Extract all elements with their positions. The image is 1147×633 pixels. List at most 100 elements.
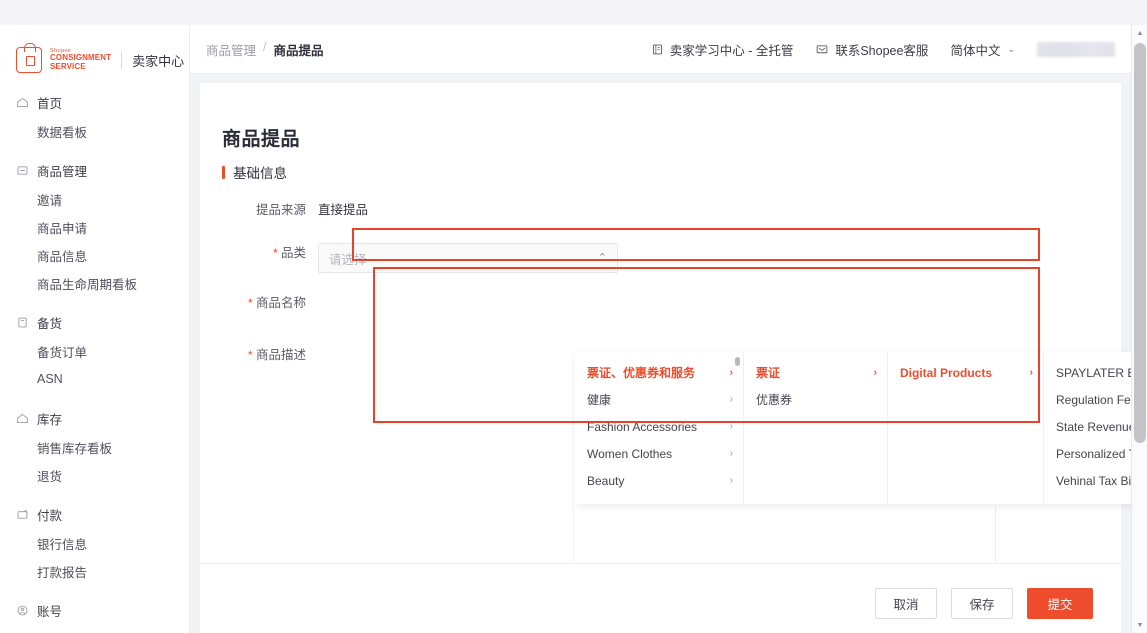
cascader-option-label: 健康 — [587, 393, 612, 407]
sidebar-item-label: 商品管理 — [37, 164, 88, 179]
cascader-option[interactable]: Vehinal Tax Bill (E-SAMSAT) — [1044, 467, 1131, 494]
language-selector[interactable]: 简体中文 ⌄ — [950, 40, 1015, 59]
cascader-option-label: Personalized Telco Data Plan Bill — [1056, 446, 1131, 461]
sidebar-item-product-lifecycle[interactable]: 商品生命周期看板 — [0, 269, 189, 297]
section-title: 基础信息 — [233, 166, 287, 181]
sidebar-item-payment[interactable]: 付款 — [0, 499, 189, 529]
cascader-scrollbar-thumb[interactable] — [735, 357, 740, 366]
payment-icon — [16, 508, 29, 521]
shopee-bag-icon — [16, 43, 42, 73]
cascader-option-label: Fashion Accessories — [587, 419, 698, 434]
category-cascader-dropdown[interactable]: 票证、优惠券和服务 › 健康 › Fashion Accessories › W… — [575, 352, 1131, 504]
cascader-option[interactable]: Digital Products › — [888, 359, 1043, 386]
page-scrollbar[interactable]: ▲ ▼ — [1131, 25, 1147, 633]
contact-support-label: 联系Shopee客服 — [835, 43, 929, 58]
cascader-option[interactable]: 健康 › — [575, 386, 743, 413]
sidebar-item-product-management[interactable]: 商品管理 — [0, 155, 189, 185]
sidebar-item-sales-inventory-board[interactable]: 销售库存看板 — [0, 433, 189, 461]
cascader-option[interactable]: 优惠券 — [744, 386, 887, 413]
app-root: Shopee CONSIGNMENT SERVICE 卖家中心 首页 数据看板 — [0, 0, 1147, 633]
sidebar-item-label: 备货 — [37, 316, 63, 331]
chevron-up-icon: ⌃ — [597, 251, 607, 264]
cascader-option[interactable]: Beauty › — [575, 467, 743, 494]
cascader-option[interactable]: SPAYLATER Bill — [1044, 359, 1131, 386]
sidebar-item-product-info[interactable]: 商品信息 — [0, 241, 189, 269]
sidebar-item-label: 首页 — [37, 96, 63, 111]
cascader-option-label: Regulation Fee Bill — [1056, 392, 1131, 407]
clipboard-icon — [16, 316, 29, 329]
sidebar-item-stocking[interactable]: 备货 — [0, 307, 189, 337]
cancel-button[interactable]: 取消 — [875, 588, 937, 619]
sidebar-child-label: 银行信息 — [37, 537, 88, 552]
chevron-right-icon: › — [729, 421, 733, 432]
warehouse-icon — [16, 412, 29, 425]
breadcrumb-parent[interactable]: 商品管理 — [206, 40, 256, 59]
sidebar-item-home[interactable]: 首页 — [0, 87, 189, 117]
sidebar-child-label: ASN — [37, 372, 63, 386]
cascader-option-label: State Revenue Bill — [1056, 419, 1131, 434]
sidebar-child-label: 备货订单 — [37, 345, 88, 360]
cascader-option[interactable]: Personalized Telco Data Plan Bill — [1044, 440, 1131, 467]
sidebar-child-label: 数据看板 — [37, 125, 88, 140]
cascader-option[interactable]: Fashion Accessories › — [575, 413, 743, 440]
portal-title: 卖家中心 — [132, 53, 185, 69]
sidebar-child-label: 卖家信息 — [37, 630, 87, 633]
sidebar-item-payment-report[interactable]: 打款报告 — [0, 557, 189, 585]
sidebar-item-invite[interactable]: 邀请 — [0, 185, 189, 213]
cascader-column-level-4: SPAYLATER Bill Regulation Fee Bill State… — [1044, 352, 1131, 504]
product-desc-label: 商品描述 — [200, 345, 318, 365]
brand-divider — [121, 51, 123, 69]
cascader-column-level-2: 票证 › 优惠券 — [744, 352, 888, 504]
sidebar-item-asn[interactable]: ASN — [0, 365, 189, 393]
sidebar-item-stocking-order[interactable]: 备货订单 — [0, 337, 189, 365]
contact-support-link[interactable]: 联系Shopee客服 — [815, 40, 928, 59]
form-row-category: 品类 请选择 ⌃ — [200, 243, 618, 273]
sidebar: Shopee CONSIGNMENT SERVICE 卖家中心 首页 数据看板 — [0, 25, 190, 633]
chevron-right-icon: › — [729, 394, 733, 405]
category-placeholder: 请选择 — [329, 252, 367, 267]
sidebar-item-product-application[interactable]: 商品申请 — [0, 213, 189, 241]
cascader-option-label: Vehinal Tax Bill (E-SAMSAT) — [1056, 473, 1131, 488]
cascader-option-label: 票证 — [756, 366, 781, 380]
sidebar-nav: 首页 数据看板 商品管理 邀请 商品申请 商品信息 商品生命周期看板 备货 备货… — [0, 81, 189, 633]
sidebar-item-returns[interactable]: 退货 — [0, 461, 189, 489]
form-footer: 取消 保存 提交 — [200, 564, 1121, 633]
sidebar-item-account[interactable]: 账号 — [0, 595, 189, 625]
sidebar-item-seller-info[interactable]: 卖家信息 — [0, 625, 189, 633]
top-header: 商品管理 / 商品提品 卖家学习中心 - 全托管 联系Shopee客服 简体中文… — [190, 25, 1131, 74]
brand-logo[interactable]: Shopee CONSIGNMENT SERVICE 卖家中心 — [0, 25, 189, 81]
cascader-option[interactable]: Women Clothes › — [575, 440, 743, 467]
sidebar-child-label: 商品信息 — [37, 249, 88, 264]
cascader-option[interactable]: 票证、优惠券和服务 › — [575, 359, 743, 386]
product-name-label: 商品名称 — [200, 293, 318, 313]
sidebar-item-data-dashboard[interactable]: 数据看板 — [0, 117, 189, 145]
scroll-up-arrow-icon[interactable]: ▲ — [1132, 25, 1147, 41]
category-select[interactable]: 请选择 ⌃ — [318, 243, 618, 273]
sidebar-item-label: 账号 — [37, 604, 63, 619]
sidebar-group-inventory: 库存 销售库存看板 退货 — [0, 403, 189, 489]
scroll-down-arrow-icon[interactable]: ▼ — [1132, 617, 1147, 633]
sidebar-item-inventory[interactable]: 库存 — [0, 403, 189, 433]
scrollbar-thumb[interactable] — [1134, 43, 1146, 443]
sidebar-child-label: 商品申请 — [37, 221, 88, 236]
category-label: 品类 — [200, 243, 318, 263]
account-name-blurred[interactable] — [1037, 41, 1115, 57]
save-button[interactable]: 保存 — [951, 588, 1013, 619]
cascader-option-label: 优惠券 — [756, 393, 793, 407]
cascader-option[interactable]: State Revenue Bill — [1044, 413, 1131, 440]
form-row-source: 提品来源 直接提品 — [200, 200, 368, 220]
cascader-option[interactable]: 票证 › — [744, 359, 887, 386]
sidebar-group-account: 账号 卖家信息 — [0, 595, 189, 633]
main-content: 商品提品 基础信息 提品来源 直接提品 品类 请选择 ⌃ 商品名称 — [190, 74, 1131, 633]
cascader-option[interactable]: Regulation Fee Bill — [1044, 386, 1131, 413]
cascader-column-level-1: 票证、优惠券和服务 › 健康 › Fashion Accessories › W… — [575, 352, 744, 504]
learning-center-label: 卖家学习中心 - 全托管 — [669, 43, 794, 58]
form-row-product-name: 商品名称 — [200, 293, 318, 313]
learning-center-link[interactable]: 卖家学习中心 - 全托管 — [651, 40, 794, 59]
source-label: 提品来源 — [255, 203, 306, 217]
chevron-right-icon: › — [729, 448, 733, 459]
cascader-option-label: Beauty — [587, 473, 625, 488]
section-accent-bar — [222, 165, 225, 179]
submit-button[interactable]: 提交 — [1027, 588, 1093, 619]
sidebar-item-bank-info[interactable]: 银行信息 — [0, 529, 189, 557]
